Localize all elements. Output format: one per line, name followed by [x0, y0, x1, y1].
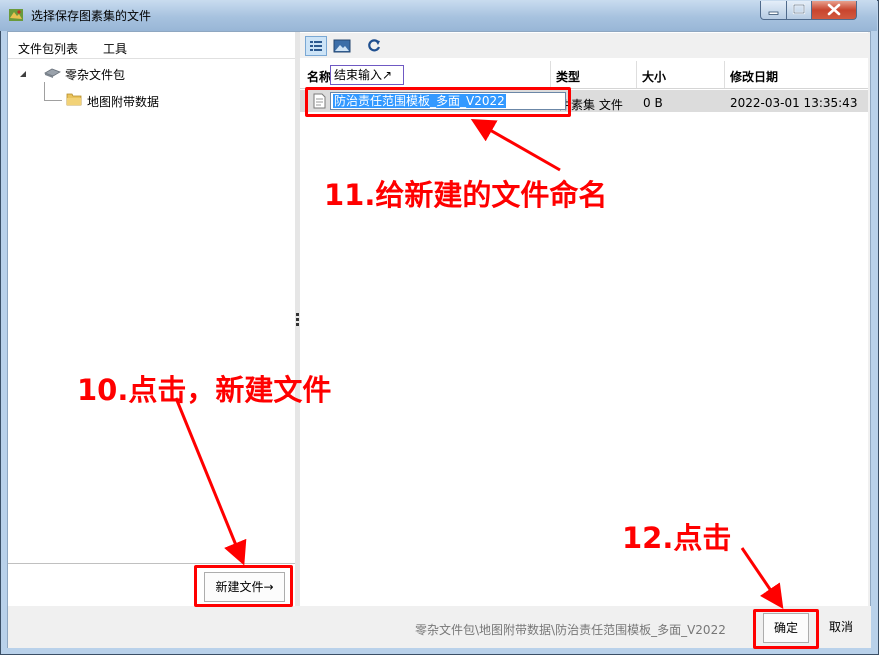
arrow-step10: [174, 397, 247, 566]
arrow-step12: [740, 547, 784, 609]
arrow-step11: [470, 119, 561, 172]
annotation-arrows: [174, 119, 784, 609]
